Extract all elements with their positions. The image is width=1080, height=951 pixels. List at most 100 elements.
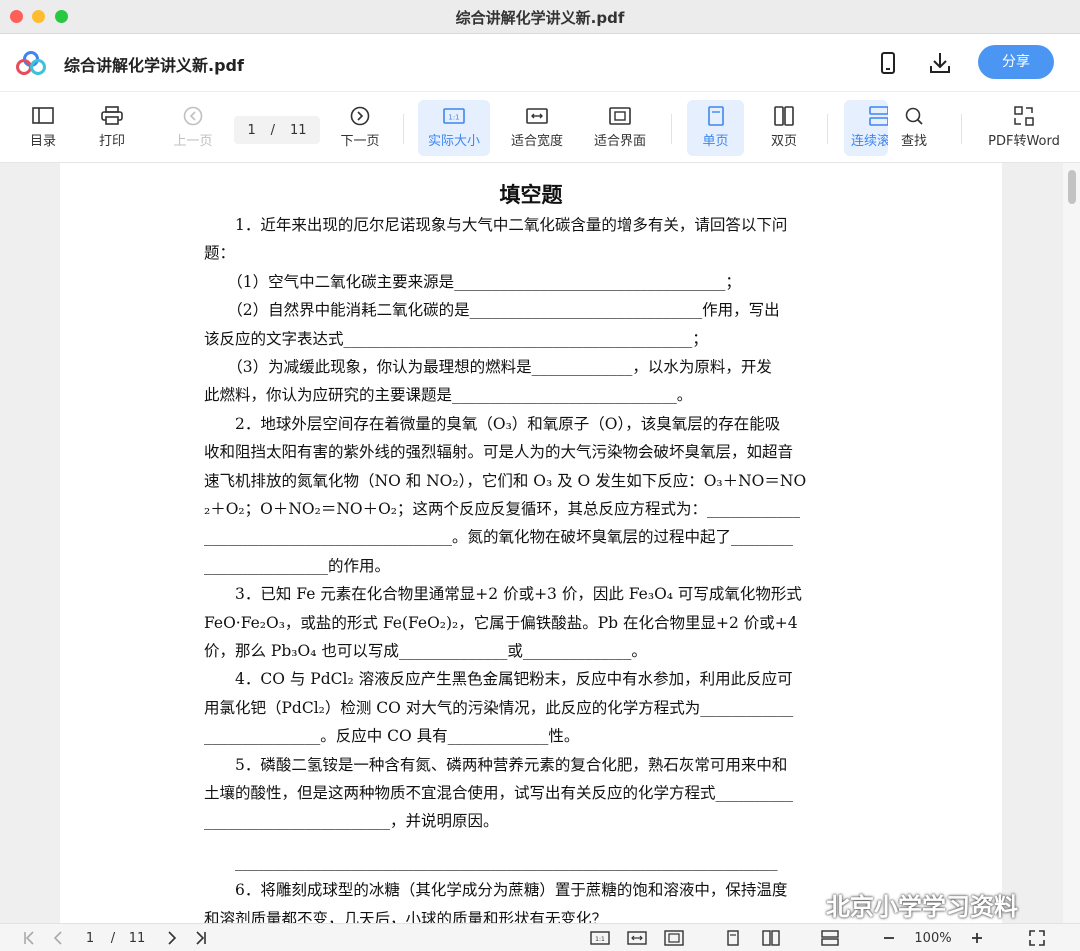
page-number-input[interactable]: 1 / 11 xyxy=(234,116,320,144)
single-page-label: 单页 xyxy=(702,134,729,149)
svg-text:1:1: 1:1 xyxy=(595,936,605,943)
printer-icon xyxy=(101,106,123,125)
find-button[interactable]: 查找 xyxy=(892,100,936,156)
convert-icon xyxy=(1014,106,1034,126)
fit-width-small-button[interactable] xyxy=(626,928,648,948)
page-current: 1 xyxy=(247,122,256,138)
find-label: 查找 xyxy=(900,134,927,149)
document-text-line: 4．CO 与 PdCl₂ 溶液反应产生黑色金属钯粉末，反应中有水参加，利用此反应… xyxy=(204,670,793,689)
app-logo-icon xyxy=(16,51,46,75)
double-page-button[interactable]: 双页 xyxy=(760,100,808,156)
prev-page-button[interactable]: 上一页 xyxy=(166,100,220,156)
toolbar: 目录 打印 上一页 1 / 11 下一页 1:1 实际大小 适合宽度 适合界面 … xyxy=(0,92,1080,163)
document-text-line: _______________。反应中 CO 具有_____________性。 xyxy=(204,727,580,746)
toolbar-divider xyxy=(961,114,962,144)
prev-page-label: 上一页 xyxy=(173,134,213,149)
double-page-icon xyxy=(774,106,794,126)
document-text-line: 6．将雕刻成球型的冰糖（其化学成分为蔗糖）置于蔗糖的饱和溶液中，保持温度 xyxy=(204,881,788,900)
document-text-line: ________________________________________… xyxy=(204,852,778,871)
single-page-small-button[interactable] xyxy=(722,928,744,948)
window-titlebar: 综合讲解化学讲义新.pdf xyxy=(0,0,1080,34)
fit-page-small-button[interactable] xyxy=(663,928,685,948)
document-text-line: FeO·Fe₂O₃，或盐的形式 Fe(FeO₂)₂，它属于偏铁酸盐。Pb 在化合… xyxy=(204,613,798,632)
next-page-label: 下一页 xyxy=(340,134,380,149)
document-text-line: ________________________________。氮的氧化物在破… xyxy=(204,528,794,547)
actual-size-icon: 1:1 xyxy=(443,108,465,124)
bottom-page-separator: / xyxy=(110,930,116,946)
fit-page-button[interactable]: 适合界面 xyxy=(586,100,654,156)
fit-width-button[interactable]: 适合宽度 xyxy=(503,100,571,156)
document-text-line: 2．地球外层空间存在着微量的臭氧（O₃）和氧原子（O），该臭氧层的存在能吸 xyxy=(204,414,781,433)
document-text-line: 收和阻挡太阳有害的紫外线的强烈辐射。可是人为的大气污染物会破坏臭氧层，如超音 xyxy=(204,443,794,462)
document-text-line: ________________________，并说明原因。 xyxy=(204,812,499,831)
toolbar-divider xyxy=(403,114,404,144)
document-text-line: ________________的作用。 xyxy=(204,556,391,575)
continuous-scroll-button[interactable]: 连续滚 xyxy=(844,100,888,156)
actual-size-small-button[interactable]: 1:1 xyxy=(589,928,611,948)
document-text-line: 土壤的酸性，但是这两种物质不宜混合使用，试写出有关反应的化学方程式_______… xyxy=(204,784,794,802)
document-text-line: ₂＋O₂；O＋NO₂＝NO＋O₂；这两个反应反复循环，其总反应方程式为：____… xyxy=(204,500,801,518)
chevron-right-circle-icon xyxy=(350,106,370,126)
pdf-to-word-button[interactable]: PDF转Word xyxy=(982,100,1066,156)
first-page-button[interactable] xyxy=(18,928,40,948)
phone-icon[interactable] xyxy=(875,49,901,77)
document-text-line: 题： xyxy=(204,244,236,263)
continuous-scroll-icon xyxy=(869,106,888,126)
double-page-small-button[interactable] xyxy=(760,928,782,948)
fullscreen-button[interactable] xyxy=(1026,928,1048,948)
zoom-out-button[interactable] xyxy=(879,928,899,948)
document-text-line: （1）空气中二氧化碳主要来源是_________________________… xyxy=(204,272,741,291)
actual-size-button[interactable]: 1:1 实际大小 xyxy=(418,100,490,156)
single-page-small-icon xyxy=(727,930,739,946)
continuous-small-button[interactable] xyxy=(819,928,841,948)
bottom-page-total: 11 xyxy=(128,930,146,946)
print-label: 打印 xyxy=(98,134,125,149)
document-text-line: 价，那么 Pb₃O₄ 也可以写成______________或_________… xyxy=(204,642,647,660)
toc-button[interactable]: 目录 xyxy=(20,100,66,156)
bottom-page-current[interactable]: 1 xyxy=(82,928,98,948)
next-page-small-button[interactable] xyxy=(162,928,182,948)
chevron-right-icon xyxy=(168,931,177,945)
document-text-line: 此燃料，你认为应研究的主要课题是________________________… xyxy=(204,386,693,405)
document-viewport[interactable]: 填空题 1．近年来出现的厄尔尼诺现象与大气中二氧化碳含量的增多有关，请回答以下问… xyxy=(0,163,1080,923)
plus-icon xyxy=(972,933,982,943)
share-button[interactable]: 分享 xyxy=(978,45,1054,79)
app-header: 综合讲解化学讲义新.pdf 分享 xyxy=(0,34,1080,92)
document-text-line: 1．近年来出现的厄尔尼诺现象与大气中二氧化碳含量的增多有关，请回答以下问 xyxy=(204,216,788,234)
fullscreen-icon xyxy=(1029,930,1045,946)
actual-size-small-icon: 1:1 xyxy=(590,931,610,945)
document-text-line: （2）自然界中能消耗二氧化碳的是________________________… xyxy=(204,301,780,320)
svg-text:1:1: 1:1 xyxy=(448,114,459,122)
vertical-scrollbar[interactable] xyxy=(1063,163,1080,923)
pdf-page: 填空题 1．近年来出现的厄尔尼诺现象与大气中二氧化碳含量的增多有关，请回答以下问… xyxy=(60,163,1002,923)
single-page-button[interactable]: 单页 xyxy=(687,100,744,156)
document-text-line: 5．磷酸二氢铵是一种含有氮、磷两种营养元素的复合化肥，熟石灰常可用来中和 xyxy=(204,755,788,774)
zoom-in-button[interactable] xyxy=(967,928,987,948)
toc-label: 目录 xyxy=(29,134,56,149)
download-icon[interactable] xyxy=(927,49,953,77)
fit-page-small-icon xyxy=(664,930,684,946)
prev-page-small-button[interactable] xyxy=(48,928,68,948)
wechat-icon xyxy=(786,890,819,916)
watermark-text: 北京小学学习资料 xyxy=(826,892,1018,921)
document-text-line: 用氯化钯（PdCl₂）检测 CO 对大气的污染情况，此反应的化学方程式为____… xyxy=(204,698,794,717)
watermark: 北京小学学习资料 xyxy=(786,888,1018,921)
document-heading: 填空题 xyxy=(499,182,563,207)
continuous-scroll-label: 连续滚 xyxy=(851,134,888,149)
fit-width-icon xyxy=(526,108,548,124)
fit-width-label: 适合宽度 xyxy=(510,134,563,149)
page-separator: / xyxy=(270,122,276,138)
scrollbar-thumb[interactable] xyxy=(1068,170,1076,204)
next-page-button[interactable]: 下一页 xyxy=(334,100,386,156)
pdf-to-word-label: PDF转Word xyxy=(988,134,1060,149)
fit-page-label: 适合界面 xyxy=(593,134,646,149)
actual-size-label: 实际大小 xyxy=(427,134,480,149)
toolbar-divider xyxy=(671,114,672,144)
last-page-icon xyxy=(196,931,206,945)
print-button[interactable]: 打印 xyxy=(90,100,134,156)
document-text-line: 和溶剂质量都不变，几天后，小球的质量和形状有无变化？ xyxy=(204,909,608,923)
page-total: 11 xyxy=(289,122,307,138)
zoom-level[interactable]: 100% xyxy=(910,928,956,948)
last-page-button[interactable] xyxy=(190,928,212,948)
toc-icon xyxy=(32,107,54,124)
